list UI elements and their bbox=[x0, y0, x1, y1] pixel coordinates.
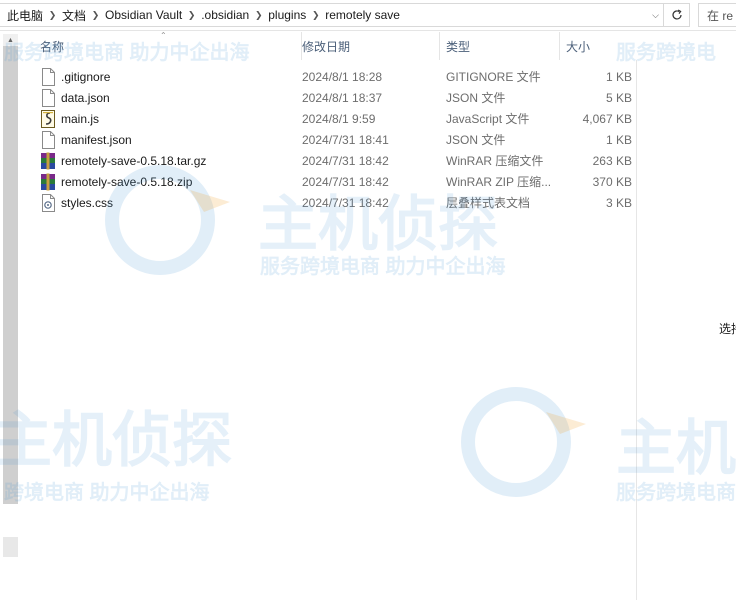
file-type: 层叠样式表文档 bbox=[446, 196, 531, 210]
search-placeholder: 在 re bbox=[707, 8, 734, 23]
file-row[interactable]: remotely-save-0.5.18.tar.gz 2024/7/31 18… bbox=[20, 150, 636, 171]
column-header-date[interactable]: 修改日期 bbox=[296, 32, 440, 60]
breadcrumb-documents[interactable]: 文档 bbox=[59, 4, 89, 26]
nav-scrollbar-track[interactable] bbox=[3, 537, 18, 557]
winrar-archive-icon bbox=[40, 152, 56, 170]
file-size: 1 KB bbox=[605, 132, 632, 147]
file-row[interactable]: remotely-save-0.5.18.zip 2024/7/31 18:42… bbox=[20, 171, 636, 192]
stylesheet-file-icon bbox=[40, 193, 56, 212]
breadcrumb[interactable]: 此电脑 ❯ 文档 ❯ Obsidian Vault ❯ .obsidian ❯ … bbox=[0, 3, 664, 27]
file-size: 263 KB bbox=[592, 153, 632, 168]
file-size: 370 KB bbox=[592, 174, 632, 189]
chevron-right-icon[interactable]: ❯ bbox=[252, 10, 265, 21]
breadcrumb-plugins[interactable]: plugins bbox=[265, 4, 309, 26]
file-name: .gitignore bbox=[61, 69, 111, 84]
file-row[interactable]: styles.css 2024/7/31 18:42 层叠样式表文档 3 KB bbox=[20, 192, 636, 213]
chevron-right-icon[interactable]: ❯ bbox=[185, 10, 198, 21]
blank-file-icon bbox=[40, 130, 56, 149]
refresh-icon bbox=[671, 9, 682, 20]
file-date: 2024/8/1 9:59 bbox=[302, 111, 376, 126]
file-type: JSON 文件 bbox=[446, 91, 506, 105]
file-size: 5 KB bbox=[605, 90, 632, 105]
file-date: 2024/7/31 18:42 bbox=[302, 153, 389, 168]
chevron-right-icon[interactable]: ❯ bbox=[309, 10, 322, 21]
file-date: 2024/8/1 18:28 bbox=[302, 69, 383, 84]
breadcrumb-obsidian-vault[interactable]: Obsidian Vault bbox=[102, 4, 185, 26]
file-name: main.js bbox=[61, 111, 100, 126]
column-header-row: ⌃ 名称 修改日期 类型 大小 bbox=[20, 31, 736, 60]
details-pane-hint: 选持 bbox=[719, 322, 736, 336]
chevron-right-icon[interactable]: ❯ bbox=[89, 10, 102, 21]
file-name: data.json bbox=[61, 90, 110, 105]
column-header-type[interactable]: 类型 bbox=[440, 32, 560, 60]
refresh-button[interactable] bbox=[664, 3, 690, 27]
navigation-pane: ▲ bbox=[0, 32, 20, 600]
column-header-size[interactable]: 大小 bbox=[560, 32, 636, 60]
chevron-down-icon: ⌵ bbox=[652, 9, 659, 20]
file-size: 3 KB bbox=[605, 195, 632, 210]
file-row[interactable]: main.js 2024/8/1 9:59 JavaScript 文件 4,06… bbox=[20, 108, 636, 129]
file-row[interactable]: data.json 2024/8/1 18:37 JSON 文件 5 KB bbox=[20, 87, 636, 108]
column-header-name[interactable]: ⌃ 名称 bbox=[34, 31, 302, 60]
scroll-up-arrow-icon[interactable]: ▲ bbox=[3, 34, 18, 46]
winrar-archive-icon bbox=[40, 173, 56, 191]
search-input[interactable]: 在 re bbox=[698, 3, 736, 27]
file-date: 2024/7/31 18:42 bbox=[302, 174, 389, 189]
file-name: styles.css bbox=[61, 195, 114, 210]
file-size: 1 KB bbox=[605, 69, 632, 84]
file-type: WinRAR 压缩文件 bbox=[446, 154, 544, 168]
nav-scrollbar-thumb[interactable] bbox=[3, 34, 18, 504]
breadcrumb-dot-obsidian[interactable]: .obsidian bbox=[198, 4, 252, 26]
script-file-icon bbox=[40, 109, 56, 128]
file-row[interactable]: manifest.json 2024/7/31 18:41 JSON 文件 1 … bbox=[20, 129, 636, 150]
file-type: JSON 文件 bbox=[446, 133, 506, 147]
chevron-right-icon[interactable]: ❯ bbox=[46, 10, 59, 21]
blank-file-icon bbox=[40, 88, 56, 107]
file-size: 4,067 KB bbox=[582, 111, 632, 126]
file-date: 2024/7/31 18:41 bbox=[302, 132, 389, 147]
file-type: GITIGNORE 文件 bbox=[446, 70, 541, 84]
file-row[interactable]: .gitignore 2024/8/1 18:28 GITIGNORE 文件 1… bbox=[20, 66, 636, 87]
file-date: 2024/7/31 18:42 bbox=[302, 195, 389, 210]
address-history-dropdown[interactable]: ⌵ bbox=[647, 3, 664, 27]
file-name: manifest.json bbox=[61, 132, 132, 147]
file-date: 2024/8/1 18:37 bbox=[302, 90, 383, 105]
file-name: remotely-save-0.5.18.tar.gz bbox=[61, 153, 207, 168]
file-name: remotely-save-0.5.18.zip bbox=[61, 174, 193, 189]
file-list: .gitignore 2024/8/1 18:28 GITIGNORE 文件 1… bbox=[20, 66, 636, 213]
breadcrumb-remotely-save[interactable]: remotely save bbox=[322, 4, 403, 26]
details-pane-divider[interactable] bbox=[636, 60, 637, 600]
address-bar: 此电脑 ❯ 文档 ❯ Obsidian Vault ❯ .obsidian ❯ … bbox=[0, 0, 736, 31]
file-type: JavaScript 文件 bbox=[446, 112, 530, 126]
watermark-globe-icon bbox=[461, 387, 586, 497]
file-type: WinRAR ZIP 压缩... bbox=[446, 175, 552, 189]
sort-ascending-icon: ⌃ bbox=[160, 31, 167, 40]
blank-file-icon bbox=[40, 67, 56, 86]
breadcrumb-this-pc[interactable]: 此电脑 bbox=[4, 4, 46, 26]
